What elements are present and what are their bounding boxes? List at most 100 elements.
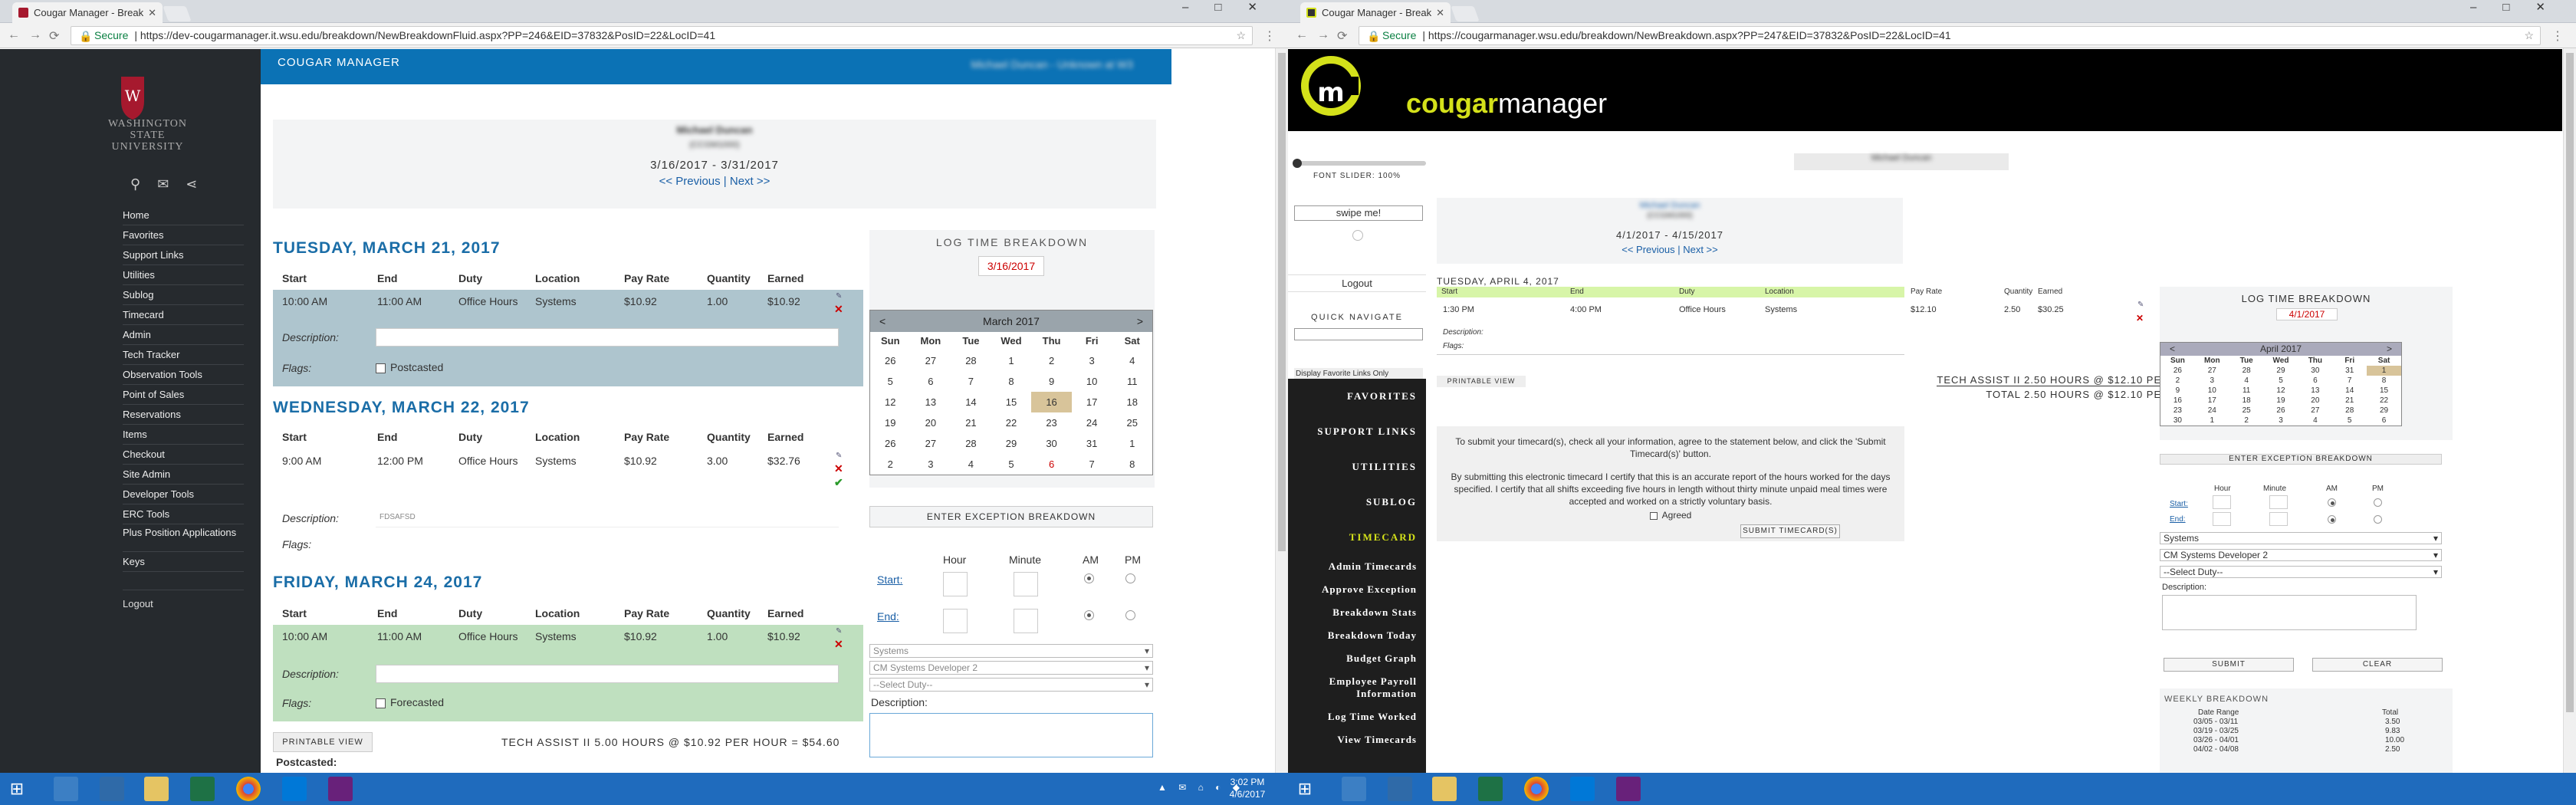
window-scrollbar[interactable] — [1275, 48, 1288, 773]
calendar-day[interactable]: 28 — [951, 433, 991, 454]
sidebar-item-sublog[interactable]: Sublog — [123, 285, 244, 305]
close-tab-icon[interactable]: ✕ — [1436, 2, 1444, 23]
calendar-day[interactable]: 6 — [911, 371, 951, 392]
location-select[interactable]: Systems — [869, 644, 1153, 658]
calendar-day[interactable]: 24 — [1072, 412, 1112, 433]
powershell-app-icon[interactable] — [100, 777, 124, 801]
folder-app-icon[interactable] — [144, 777, 169, 801]
calendar-day[interactable]: 1 — [2367, 366, 2401, 376]
start-hour-input[interactable] — [943, 572, 968, 596]
forecasted-flag[interactable]: Forecasted — [376, 696, 444, 708]
calendar-day[interactable]: 3 — [2264, 416, 2298, 426]
edit-icon[interactable]: ✎ — [2137, 301, 2144, 309]
calendar-day[interactable]: 3 — [1072, 350, 1112, 371]
folder-app-icon[interactable] — [1432, 777, 1457, 801]
start-label[interactable]: Start: — [2170, 500, 2188, 508]
sidebar-item-utilities[interactable]: Utilities — [123, 265, 244, 285]
calendar-day[interactable]: 21 — [2332, 396, 2367, 406]
back-icon[interactable]: ← — [1296, 28, 1308, 42]
description-textarea[interactable] — [2162, 595, 2417, 630]
sidebar-item-reservations[interactable]: Reservations — [123, 405, 244, 425]
calendar-day[interactable]: 8 — [1112, 454, 1152, 475]
calendar-day[interactable]: 5 — [2264, 376, 2298, 386]
sidebar-item-home[interactable]: Home — [123, 205, 244, 225]
end-minute-input[interactable] — [1014, 609, 1038, 633]
duty-select[interactable]: --Select Duty-- — [869, 678, 1153, 692]
calendar-day[interactable]: 28 — [951, 350, 991, 371]
excel-app-icon[interactable] — [190, 777, 215, 801]
nav-item-favorites[interactable]: FAVORITES — [1288, 379, 1426, 414]
nav-item-budget-graph[interactable]: Budget Graph — [1288, 647, 1426, 670]
table-row[interactable]: 1:30 PM 4:00 PM Office Hours Systems $12… — [1437, 305, 2064, 317]
delete-icon[interactable]: ✕ — [834, 462, 843, 475]
calendar-day[interactable]: 26 — [2264, 406, 2298, 416]
calendar-day[interactable]: 14 — [2332, 386, 2367, 396]
end-minute-input[interactable] — [2269, 512, 2288, 526]
sidebar-item-plus-position-applications[interactable]: Plus Position Applications — [123, 524, 244, 552]
scrollbar-thumb[interactable] — [1278, 53, 1286, 551]
next-period-link[interactable]: Next >> — [1683, 244, 1718, 255]
calendar-day[interactable]: 8 — [2367, 376, 2401, 386]
chrome-app-icon[interactable] — [236, 777, 261, 801]
end-hour-input[interactable] — [2213, 512, 2231, 526]
log-date-input[interactable]: 4/1/2017 — [2276, 308, 2338, 320]
calendar-day[interactable]: 29 — [2367, 406, 2401, 416]
sidebar-item-erc-tools[interactable]: ERC Tools — [123, 504, 244, 524]
bookmark-star-icon[interactable]: ☆ — [2524, 27, 2534, 44]
calendar-day[interactable]: 7 — [951, 371, 991, 392]
calendar-next-button[interactable]: > — [2387, 343, 2392, 356]
calendar-prev-button[interactable]: < — [879, 310, 886, 332]
window-scrollbar[interactable] — [2563, 48, 2576, 773]
chrome-app-icon[interactable] — [1524, 777, 1549, 801]
description-input[interactable]: FDSAFSD — [376, 509, 839, 527]
sidebar-item-tech-tracker[interactable]: Tech Tracker — [123, 345, 244, 365]
calendar-day[interactable]: 27 — [911, 350, 951, 371]
checkbox[interactable] — [376, 698, 386, 708]
calendar-day[interactable]: 1 — [991, 350, 1032, 371]
browser-tab[interactable]: Cougar Manager - Break ✕ — [1300, 2, 1451, 23]
nav-item-support-links[interactable]: SUPPORT LINKS — [1288, 414, 1426, 449]
reload-icon[interactable]: ⟳ — [1337, 28, 1347, 44]
window-controls[interactable]: –□✕ — [1182, 0, 1283, 21]
printable-view-button[interactable]: PRINTABLE VIEW — [273, 732, 373, 752]
start-label[interactable]: Start: — [877, 573, 902, 586]
previous-period-link[interactable]: << Previous — [659, 175, 721, 188]
user-name[interactable]: Michael Duncan - Unknown at W3 — [971, 58, 1133, 71]
calendar-day[interactable]: 11 — [1112, 371, 1152, 392]
sidebar-item-support-links[interactable]: Support Links — [123, 245, 244, 265]
calendar-day[interactable]: 2 — [870, 454, 911, 475]
calendar-day[interactable]: 25 — [2229, 406, 2264, 416]
calendar-day[interactable]: 11 — [2229, 386, 2264, 396]
calendar-day[interactable]: 30 — [1031, 433, 1072, 454]
calendar-day[interactable]: 7 — [1072, 454, 1112, 475]
url-input[interactable]: 🔒 Secure | https://dev-cougarmanager.it.w… — [71, 26, 1253, 45]
calendar-day[interactable]: 28 — [2229, 366, 2264, 376]
calendar-day[interactable]: 17 — [2195, 396, 2229, 406]
calendar-day[interactable]: 1 — [1112, 433, 1152, 454]
calendar-day[interactable]: 29 — [991, 433, 1032, 454]
calendar-day[interactable]: 16 — [2160, 396, 2195, 406]
calendar-day[interactable]: 31 — [1072, 433, 1112, 454]
powershell-app-icon[interactable] — [1388, 777, 1412, 801]
calendar-day[interactable]: 18 — [2229, 396, 2264, 406]
calendar-day[interactable]: 2 — [2160, 376, 2195, 386]
description-input[interactable] — [376, 328, 839, 347]
description-textarea[interactable] — [869, 713, 1153, 757]
nav-item-utilities[interactable]: UTILITIES — [1288, 449, 1426, 485]
bookmark-star-icon[interactable]: ☆ — [1236, 27, 1246, 44]
favorite-links-toggle[interactable]: Display Favorite Links Only — [1294, 368, 1423, 380]
browser-tab[interactable]: Cougar Manager - Break ✕ — [12, 2, 163, 23]
calendar-day[interactable]: 5 — [2332, 416, 2367, 426]
calendar-day[interactable]: 12 — [870, 392, 911, 412]
file-explorer-app-icon[interactable] — [1342, 777, 1366, 801]
skype-app-icon[interactable] — [1570, 777, 1595, 801]
calendar-day[interactable]: 17 — [1072, 392, 1112, 412]
share-icon[interactable]: ⋖ — [186, 176, 214, 192]
position-select[interactable]: CM Systems Developer 2 — [2160, 549, 2442, 561]
calendar-day[interactable]: 7 — [2332, 376, 2367, 386]
duty-select[interactable]: --Select Duty-- — [2160, 566, 2442, 578]
end-label[interactable]: End: — [877, 610, 899, 623]
back-icon[interactable]: ← — [8, 28, 20, 42]
calendar-day[interactable]: 20 — [911, 412, 951, 433]
close-tab-icon[interactable]: ✕ — [148, 2, 156, 23]
